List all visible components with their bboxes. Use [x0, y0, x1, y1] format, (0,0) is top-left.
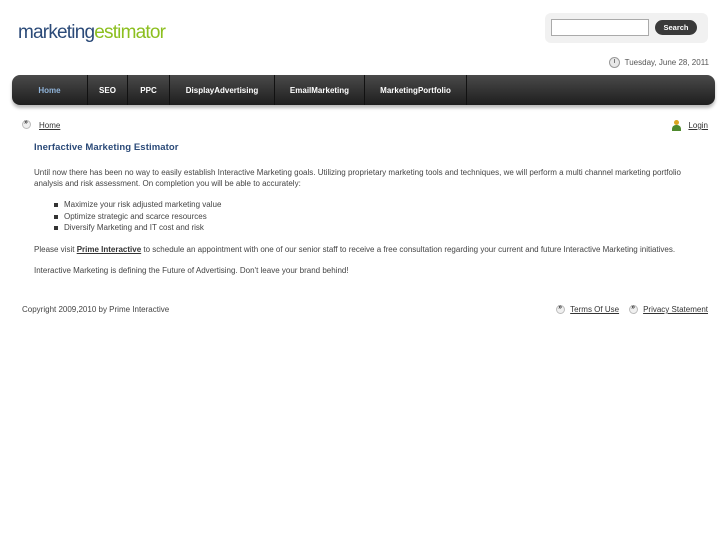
login-area: Login	[671, 120, 708, 131]
site-logo[interactable]: marketingestimator	[18, 22, 166, 44]
list-item: Diversify Marketing and IT cost and risk	[54, 222, 704, 234]
visit-prefix: Please visit	[34, 244, 77, 254]
main-content: Inerfactive Marketing Estimator Until no…	[34, 142, 704, 286]
nav-item-seo[interactable]: SEO	[88, 75, 128, 105]
page-title: Inerfactive Marketing Estimator	[34, 142, 179, 153]
privacy-statement-link[interactable]: Privacy Statement	[643, 305, 708, 314]
breadcrumb: Home Login	[22, 119, 708, 132]
closing-paragraph: Interactive Marketing is defining the Fu…	[34, 265, 349, 275]
main-nav: Home SEO PPC DisplayAdvertising EmailMar…	[12, 75, 715, 105]
terms-of-use-link[interactable]: Terms Of Use	[570, 305, 619, 314]
nav-item-marketing-portfolio[interactable]: MarketingPortfolio	[365, 75, 467, 105]
copyright-text: Copyright 2009,2010 by Prime Interactive	[22, 305, 170, 314]
clock-icon	[608, 57, 620, 68]
arrow-bullet-icon	[22, 119, 31, 130]
footer-links: Terms Of Use Privacy Statement	[546, 304, 708, 314]
user-icon	[671, 120, 682, 131]
login-link[interactable]: Login	[688, 121, 708, 130]
visit-suffix: to schedule an appointment with one of o…	[141, 244, 676, 254]
search-input[interactable]	[551, 19, 649, 36]
nav-item-home[interactable]: Home	[12, 75, 88, 105]
logo-text-estimator: estimator	[94, 22, 166, 43]
nav-item-ppc[interactable]: PPC	[128, 75, 170, 105]
date-text: Tuesday, June 28, 2011	[624, 58, 709, 67]
intro-paragraph: Until now there has been no way to easil…	[34, 168, 681, 188]
visit-paragraph: Please visit Prime Interactive to schedu…	[34, 244, 704, 255]
arrow-bullet-icon	[556, 304, 566, 314]
nav-item-email-marketing[interactable]: EmailMarketing	[275, 75, 365, 105]
prime-interactive-link[interactable]: Prime Interactive	[77, 245, 141, 254]
list-item: Optimize strategic and scarce resources	[54, 211, 704, 223]
search-button[interactable]: Search	[655, 20, 697, 35]
breadcrumb-home-link[interactable]: Home	[39, 121, 60, 130]
search-box: Search	[545, 13, 708, 43]
list-item: Maximize your risk adjusted marketing va…	[54, 199, 704, 211]
arrow-bullet-icon	[629, 304, 639, 314]
footer: Copyright 2009,2010 by Prime Interactive…	[22, 304, 708, 314]
benefit-list: Maximize your risk adjusted marketing va…	[54, 199, 704, 234]
current-date: Tuesday, June 28, 2011	[608, 57, 709, 68]
logo-text-marketing: marketing	[18, 22, 95, 43]
nav-item-display-advertising[interactable]: DisplayAdvertising	[170, 75, 275, 105]
